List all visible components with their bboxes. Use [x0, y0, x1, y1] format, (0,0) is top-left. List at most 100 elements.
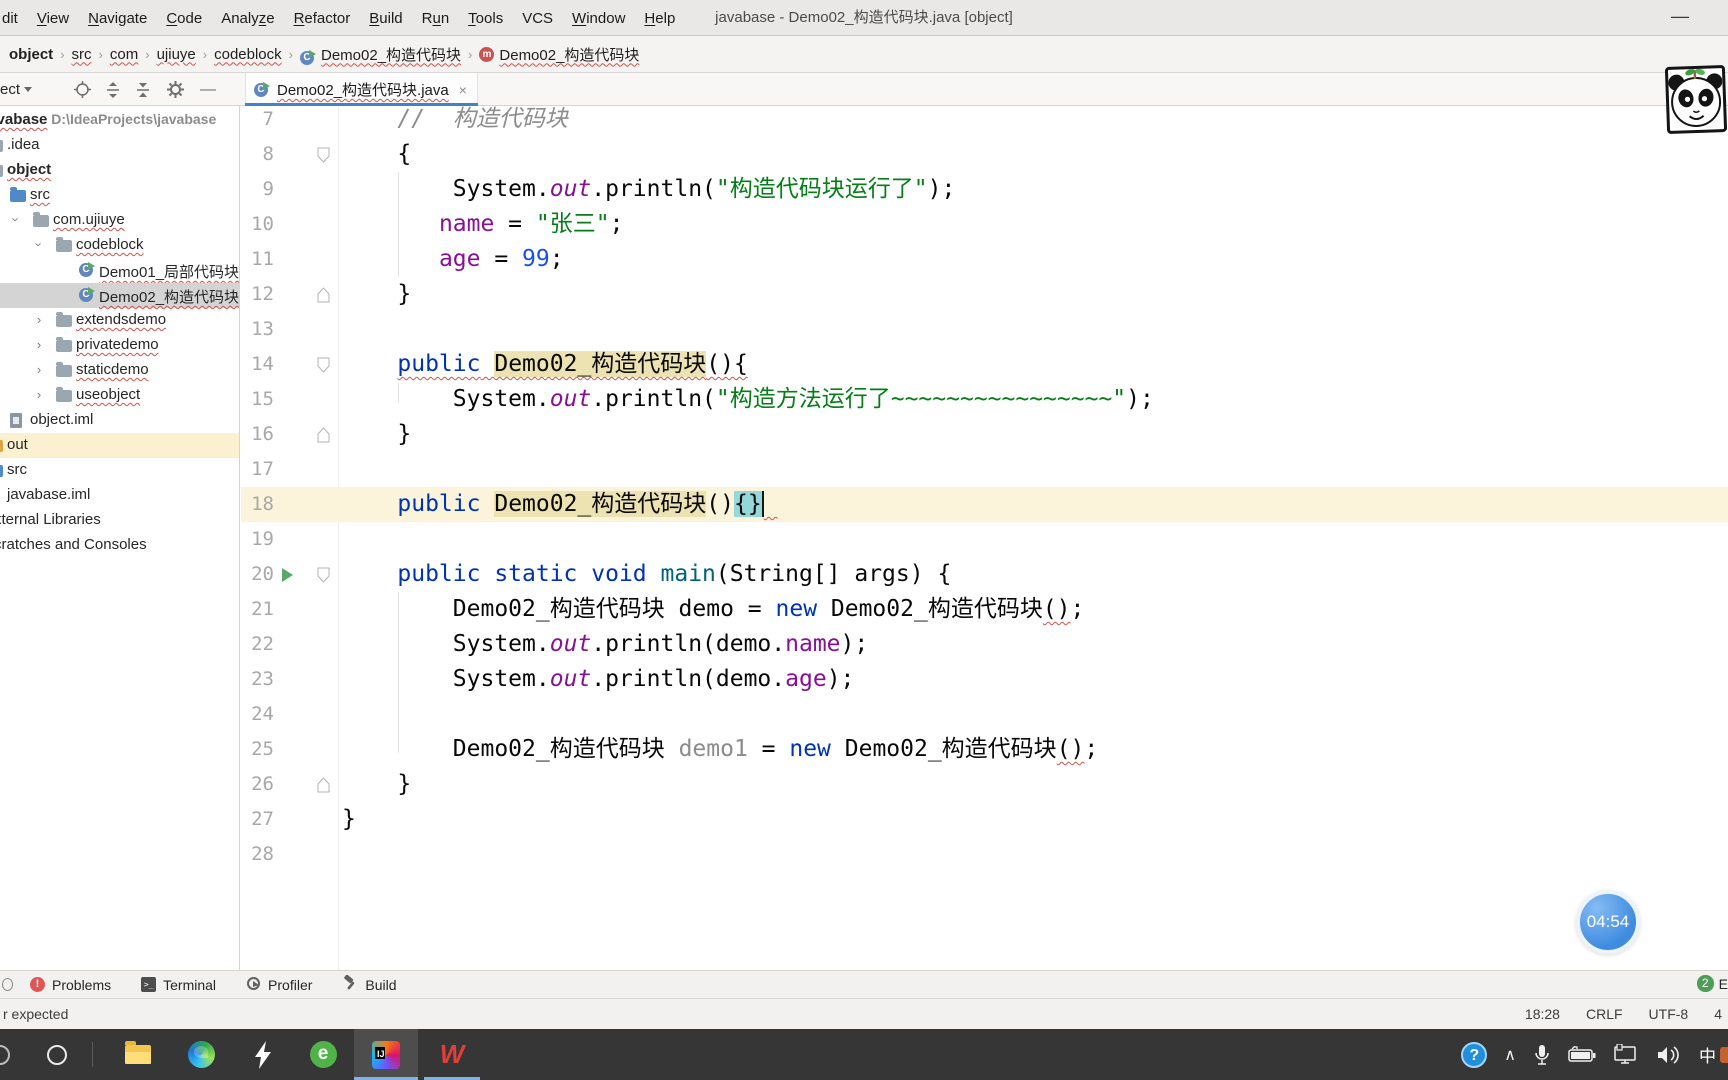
code-line[interactable]: 27} [241, 802, 1728, 837]
line-number[interactable]: 27 [241, 802, 274, 837]
breadcrumb-item[interactable]: codeblock [214, 46, 282, 63]
line-number[interactable]: 10 [241, 207, 274, 242]
collapse-all-icon[interactable] [135, 82, 151, 98]
line-number[interactable]: 9 [241, 172, 274, 207]
code-line[interactable]: 19 [241, 522, 1728, 557]
code-line[interactable]: 26 } [241, 767, 1728, 802]
line-number[interactable]: 17 [241, 452, 274, 487]
line-separator[interactable]: CRLF [1586, 1006, 1623, 1022]
tool-window-button-profiler[interactable]: Profiler [246, 975, 312, 994]
line-number[interactable]: 26 [241, 767, 274, 802]
line-number[interactable]: 24 [241, 697, 274, 732]
code-line[interactable]: 23 System.out.println(demo.age); [241, 662, 1728, 697]
tree-item-extendsdemo[interactable]: › extendsdemo [0, 308, 239, 333]
line-number[interactable]: 23 [241, 662, 274, 697]
gear-icon[interactable] [167, 81, 185, 98]
volume-icon[interactable] [1656, 1045, 1682, 1065]
code-line[interactable]: 24 [241, 697, 1728, 732]
indent-size[interactable]: 4 [1714, 1006, 1722, 1022]
tree-item-object[interactable]: object [0, 158, 239, 183]
tool-window-button-build[interactable]: Build [342, 974, 397, 994]
tree-item-javabase.iml[interactable]: javabase.iml [0, 483, 239, 508]
line-number[interactable]: 11 [241, 242, 274, 277]
code-line[interactable]: 8 { [241, 137, 1728, 172]
fold-start-icon[interactable] [317, 357, 330, 378]
file-explorer-icon[interactable] [115, 1029, 161, 1080]
code-line[interactable]: 9 System.out.println("构造代码块运行了"); [241, 172, 1728, 207]
code-line[interactable]: 10 name = "张三"; [241, 207, 1728, 242]
tool-window-button-problems[interactable]: ! Problems [30, 975, 111, 994]
line-number[interactable]: 21 [241, 592, 274, 627]
close-icon[interactable]: × [459, 82, 467, 98]
line-number[interactable]: 7 [241, 106, 274, 137]
expand-all-icon[interactable] [105, 81, 121, 98]
tree-item-src[interactable]: src [0, 458, 239, 483]
breadcrumb-item[interactable]: ujiuye [157, 46, 196, 63]
chevron-expanded-icon[interactable]: › [9, 214, 24, 226]
code-line[interactable]: 15 System.out.println("构造方法运行了~~~~~~~~~~… [241, 382, 1728, 417]
ime-language-indicator[interactable]: 中 [1699, 1042, 1716, 1067]
line-number[interactable]: 8 [241, 137, 274, 172]
line-number[interactable]: 15 [241, 382, 274, 417]
tree-item-demo01_-[interactable]: C Demo01_局部代码块 [0, 258, 239, 283]
chevron-down-icon[interactable] [24, 87, 33, 92]
network-display-icon[interactable] [1613, 1043, 1639, 1066]
tree-item-scratches-and-consoles[interactable]: Scratches and Consoles [0, 533, 239, 558]
minimize-button[interactable]: — [1658, 0, 1702, 36]
menu-item-navigate[interactable]: Navigate [88, 10, 147, 27]
tree-item-demo02_-[interactable]: C Demo02_构造代码块 [0, 283, 239, 308]
code-line[interactable]: 13 [241, 312, 1728, 347]
menu-item-window[interactable]: Window [572, 10, 625, 27]
line-number[interactable]: 14 [241, 347, 274, 382]
menu-item-run[interactable]: Run [422, 10, 450, 27]
tree-item-.idea[interactable]: .idea [0, 133, 239, 158]
line-number[interactable]: 16 [241, 417, 274, 452]
show-hidden-icons[interactable]: ∧ [1504, 1045, 1516, 1065]
line-number[interactable]: 13 [241, 312, 274, 347]
wps-taskbar-button[interactable]: W [424, 1029, 480, 1080]
editor-tab[interactable]: C Demo02_构造代码块.java × [245, 73, 478, 106]
code-line[interactable]: 17 [241, 452, 1728, 487]
menu-item-analyze[interactable]: Analyze [221, 10, 274, 27]
chevron-collapsed-icon[interactable]: › [33, 337, 45, 352]
code-line[interactable]: 20 public static void main(String[] args… [241, 557, 1728, 592]
breadcrumb-item[interactable]: com [110, 46, 138, 63]
line-number[interactable]: 28 [241, 837, 274, 872]
code-line[interactable]: 14 public Demo02_构造代码块(){ [241, 347, 1728, 382]
tree-item-useobject[interactable]: › useobject [0, 383, 239, 408]
browser-360-icon[interactable]: e [300, 1029, 346, 1080]
tree-item-external-libraries[interactable]: External Libraries [0, 508, 239, 533]
tree-item-privatedemo[interactable]: › privatedemo [0, 333, 239, 358]
chevron-collapsed-icon[interactable]: › [33, 387, 45, 402]
line-number[interactable]: 20 [241, 557, 274, 592]
battery-icon[interactable] [1568, 1045, 1596, 1064]
tree-item-out[interactable]: out [0, 433, 239, 458]
search-icon[interactable] [42, 1029, 72, 1080]
run-line-icon[interactable] [282, 568, 293, 582]
start-button-clipped[interactable] [0, 1029, 16, 1080]
intellij-idea-taskbar-button[interactable]: IJ [354, 1029, 418, 1080]
tree-item-codeblock[interactable]: › codeblock [0, 233, 239, 258]
edge-browser-icon[interactable] [178, 1029, 224, 1080]
code-line[interactable]: 25 Demo02_构造代码块 demo1 = new Demo02_构造代码块… [241, 732, 1728, 767]
tree-item-object.iml[interactable]: object.iml [0, 408, 239, 433]
tree-item-javabase[interactable]: javabase D:\IdeaProjects\javabase [0, 108, 239, 133]
code-line[interactable]: 12 } [241, 277, 1728, 312]
line-number[interactable]: 22 [241, 627, 274, 662]
fold-end-icon[interactable] [317, 287, 330, 308]
chevron-collapsed-icon[interactable]: › [33, 362, 45, 377]
breadcrumb-item[interactable]: object [9, 46, 53, 63]
chevron-expanded-icon[interactable]: › [32, 239, 47, 251]
tree-item-com.ujiuye[interactable]: › com.ujiuye [0, 208, 239, 233]
locate-file-icon[interactable] [74, 81, 92, 98]
fold-end-icon[interactable] [317, 427, 330, 448]
code-editor[interactable]: 7 // 构造代码块 8 {9 System.out.println("构造代码块… [241, 106, 1728, 970]
menu-item-code[interactable]: Code [166, 10, 202, 27]
caret-position[interactable]: 18:28 [1525, 1006, 1560, 1022]
code-line[interactable]: 7 // 构造代码块 [241, 106, 1728, 137]
line-number[interactable]: 12 [241, 277, 274, 312]
code-line[interactable]: 21 Demo02_构造代码块 demo = new Demo02_构造代码块(… [241, 592, 1728, 627]
menu-item-help[interactable]: Help [644, 10, 675, 27]
fold-end-icon[interactable] [317, 777, 330, 798]
code-line[interactable]: 11 age = 99; [241, 242, 1728, 277]
